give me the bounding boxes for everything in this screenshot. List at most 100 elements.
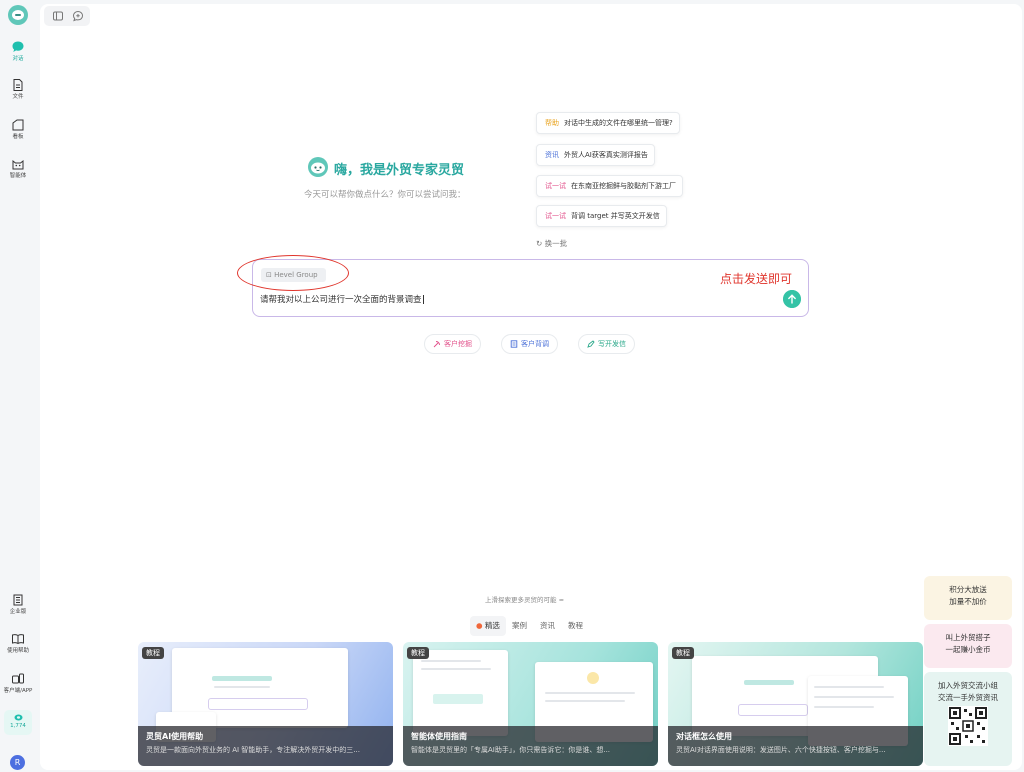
- top-toolbar: [44, 6, 90, 26]
- board-icon: [12, 119, 24, 131]
- tab-cases[interactable]: 案例: [506, 616, 533, 636]
- building-icon: [13, 594, 23, 606]
- credits-badge[interactable]: 1,774: [4, 710, 32, 735]
- main-panel: 嗨，我是外贸专家灵贸 今天可以帮你做点什么？你可以尝试问我： 帮助 对话中生成的文…: [40, 4, 1022, 770]
- tutorial-card[interactable]: 教程 灵贸AI使用帮助 灵贸是一款面向外贸业务的 AI 智能助手，专注解决外贸开…: [138, 642, 393, 766]
- suggestion-item[interactable]: 资讯 外贸人AI获客真实测评报告: [536, 144, 655, 166]
- refresh-icon: ↻: [536, 239, 545, 248]
- card-badge: 教程: [407, 647, 429, 659]
- tab-featured[interactable]: ● 精选: [470, 616, 506, 636]
- tutorial-card[interactable]: 教程 对话框怎么使用 灵贸AI对话界面使用说明：发送图片、六个快捷按钮、客户挖掘…: [668, 642, 923, 766]
- tab-news[interactable]: 资讯: [534, 616, 561, 636]
- tab-label: 案例: [512, 621, 527, 630]
- greeting-subtitle: 今天可以帮你做点什么？你可以尝试问我：: [304, 190, 466, 200]
- sidebar-item-client-app[interactable]: 客户端/APP: [0, 672, 36, 695]
- promo-referral[interactable]: 叫上外贸搭子 一起赚小金币: [924, 624, 1012, 668]
- annotation-label: 点击发送即可: [720, 272, 793, 286]
- quick-action-label: 写开发信: [598, 340, 626, 348]
- left-sidebar: 对话 文件 看板 智能体 企业版 使用帮助 客户端/APP 1,774 R: [0, 0, 36, 772]
- tab-label: 资讯: [540, 621, 555, 630]
- sidebar-item-label: 文件: [12, 94, 24, 100]
- card-caption: 智能体使用指南 智能体是灵贸里的「专属AI助手」，你只需告诉它：你是谁、想...: [403, 726, 658, 766]
- sidebar-item-enterprise[interactable]: 企业版: [0, 593, 36, 616]
- quick-action-label: 客户背调: [521, 340, 549, 348]
- card-description: 灵贸AI对话界面使用说明：发送图片、六个快捷按钮、客户挖掘与...: [676, 746, 886, 754]
- suggestion-text: 外贸人AI获客真实测评报告: [564, 151, 648, 159]
- app-logo[interactable]: [8, 5, 28, 25]
- card-title: 对话框怎么使用: [676, 732, 732, 741]
- suggestion-tag: 试一试: [545, 212, 566, 220]
- suggestion-text: 对话中生成的文件在哪里统一管理?: [564, 119, 673, 127]
- card-description: 灵贸是一款面向外贸业务的 AI 智能助手，专注解决外贸开发中的三...: [146, 746, 360, 754]
- quick-action-label: 客户挖掘: [444, 340, 472, 348]
- promo-line: 一起赚小金币: [945, 645, 991, 654]
- chat-bubble-icon: [12, 41, 24, 52]
- tab-tutorials[interactable]: 教程: [562, 616, 589, 636]
- sidebar-item-label: 客户端/APP: [3, 688, 33, 694]
- tutorial-card[interactable]: 教程 智能体使用指南 智能体是灵贸里的「专属AI助手」，你只需告诉它：你是谁、想…: [403, 642, 658, 766]
- pen-icon: [587, 340, 595, 348]
- credit-coin-icon: [14, 714, 22, 721]
- sidebar-item-label: 对话: [12, 56, 24, 62]
- book-icon: [12, 634, 24, 645]
- suggestion-text: 背调 target 并写英文开发信: [571, 212, 660, 220]
- promo-line: 叫上外贸搭子: [945, 633, 991, 642]
- sidebar-item-label: 看板: [12, 134, 24, 140]
- promo-line: 积分大放送: [949, 585, 987, 594]
- refresh-suggestions-button[interactable]: ↻ 换一批: [536, 238, 567, 249]
- sidebar-item-board[interactable]: 看板: [0, 118, 36, 141]
- file-icon: [13, 79, 23, 91]
- sidebar-item-label: 使用帮助: [6, 648, 29, 654]
- send-button[interactable]: [783, 290, 801, 308]
- suggestion-tag: 资讯: [545, 151, 559, 159]
- card-description: 智能体是灵贸里的「专属AI助手」，你只需告诉它：你是谁、想...: [411, 746, 611, 754]
- promo-points-offer[interactable]: 积分大放送 加量不加价: [924, 576, 1012, 620]
- qr-code-icon: [948, 706, 988, 746]
- greeting-title: 嗨，我是外贸专家灵贸: [334, 163, 465, 178]
- credits-count: 1,774: [10, 723, 26, 729]
- card-title: 智能体使用指南: [411, 732, 467, 741]
- suggestion-item[interactable]: 试一试 在东南亚挖掘鲜与胶黏剂下游工厂: [536, 175, 683, 197]
- suggestion-item[interactable]: 试一试 背调 target 并写英文开发信: [536, 205, 667, 227]
- card-caption: 对话框怎么使用 灵贸AI对话界面使用说明：发送图片、六个快捷按钮、客户挖掘与..…: [668, 726, 923, 766]
- chat-input-field[interactable]: 请帮我对以上公司进行一次全面的背景调查: [260, 293, 424, 305]
- promo-join-group[interactable]: 加入外贸交流小组 交流一手外贸资讯: [924, 672, 1012, 766]
- promo-line: 加入外贸交流小组: [938, 681, 998, 690]
- card-title: 灵贸AI使用帮助: [146, 732, 204, 741]
- pickaxe-icon: [433, 341, 440, 348]
- agent-cat-icon: [12, 159, 24, 170]
- promo-line: 交流一手外贸资讯: [938, 693, 998, 702]
- quick-action-background-check[interactable]: 客户背调: [501, 334, 558, 354]
- card-caption: 灵贸AI使用帮助 灵贸是一款面向外贸业务的 AI 智能助手，专注解决外贸开发中的…: [138, 726, 393, 766]
- card-badge: 教程: [142, 647, 164, 659]
- sidebar-item-chat[interactable]: 对话: [0, 40, 36, 63]
- tab-label: 精选: [484, 621, 500, 630]
- explore-more-hint: 上滑探索更多灵贸的可能 ≈: [485, 596, 565, 604]
- devices-icon: [12, 673, 24, 684]
- mock-window: [413, 650, 508, 736]
- sidebar-toggle-icon[interactable]: [52, 10, 64, 22]
- user-avatar[interactable]: R: [10, 755, 25, 770]
- quick-action-write-letter[interactable]: 写开发信: [578, 334, 635, 354]
- input-value: 请帮我对以上公司进行一次全面的背景调查: [260, 295, 422, 305]
- fire-icon: ●: [476, 621, 485, 630]
- sidebar-item-files[interactable]: 文件: [0, 78, 36, 101]
- refresh-label: 换一批: [544, 239, 568, 248]
- sidebar-item-label: 智能体: [9, 173, 27, 179]
- tab-label: 教程: [568, 621, 583, 630]
- promo-line: 加量不加价: [949, 597, 987, 606]
- suggestion-tag: 帮助: [545, 119, 559, 127]
- annotation-circle: [237, 255, 349, 291]
- text-caret: [422, 295, 424, 304]
- assistant-mascot-icon: [308, 157, 328, 177]
- quick-action-customer-mining[interactable]: 客户挖掘: [424, 334, 481, 354]
- card-badge: 教程: [672, 647, 694, 659]
- document-search-icon: [510, 340, 518, 348]
- suggestion-item[interactable]: 帮助 对话中生成的文件在哪里统一管理?: [536, 112, 680, 134]
- sidebar-item-agents[interactable]: 智能体: [0, 157, 36, 180]
- sidebar-item-help[interactable]: 使用帮助: [0, 632, 36, 655]
- new-chat-icon[interactable]: [72, 10, 84, 22]
- suggestion-text: 在东南亚挖掘鲜与胶黏剂下游工厂: [571, 182, 676, 190]
- sidebar-item-label: 企业版: [9, 609, 27, 615]
- suggestion-tag: 试一试: [545, 182, 566, 190]
